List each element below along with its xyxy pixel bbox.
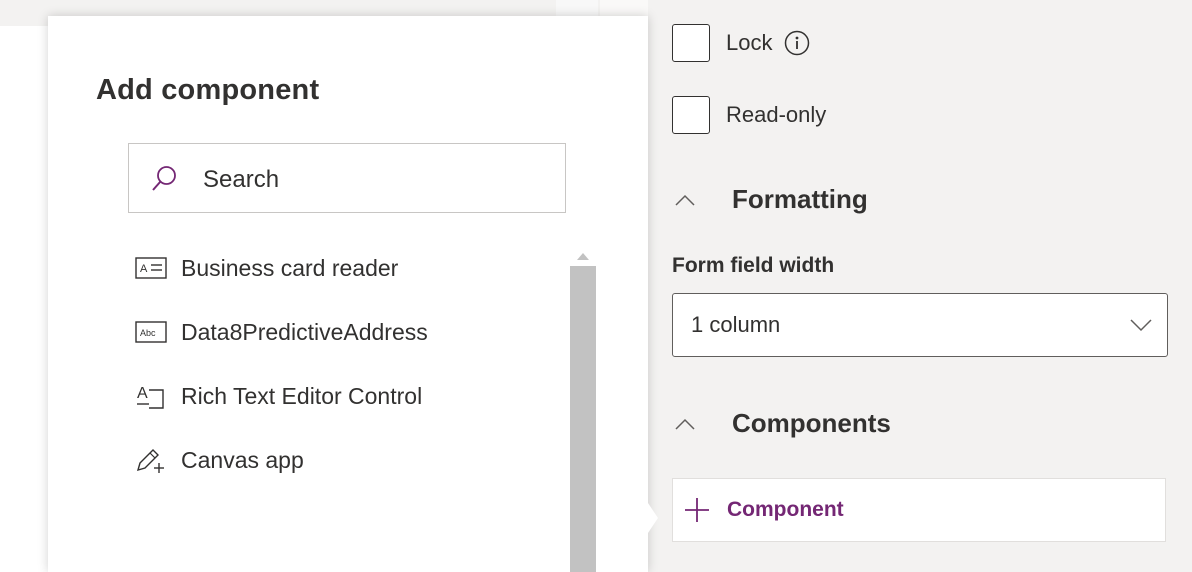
list-item-canvas-app[interactable]: Canvas app — [135, 442, 304, 478]
dropdown-value: 1 column — [691, 312, 781, 337]
search-input[interactable]: Search — [128, 143, 566, 213]
components-title: Components — [732, 408, 891, 438]
chevron-down-icon — [1130, 319, 1152, 332]
text-field-icon: Abc — [135, 317, 169, 347]
lock-checkbox[interactable] — [672, 24, 710, 62]
list-item-label: Canvas app — [181, 446, 304, 473]
chevron-up-icon — [675, 194, 695, 206]
plus-icon — [685, 498, 709, 522]
contact-card-icon: A — [135, 253, 169, 283]
search-icon — [152, 166, 176, 191]
list-scrollbar[interactable] — [570, 232, 596, 572]
scrollbar-thumb[interactable] — [570, 266, 596, 572]
read-only-row: Read-only — [672, 96, 826, 134]
info-icon[interactable] — [784, 30, 810, 56]
chevron-up-icon — [675, 418, 695, 430]
read-only-label: Read-only — [726, 102, 827, 127]
formatting-section-header[interactable]: Formatting — [672, 184, 868, 215]
flyout-beak — [646, 500, 658, 536]
add-component-label: Component — [727, 498, 844, 521]
read-only-checkbox[interactable] — [672, 96, 710, 134]
add-component-button[interactable]: Component — [672, 478, 1166, 542]
formatting-title: Formatting — [732, 184, 868, 214]
svg-text:A: A — [137, 385, 148, 402]
scroll-up-arrow-icon[interactable] — [570, 246, 596, 266]
rich-text-icon: A — [135, 381, 169, 411]
list-item-label: Data8PredictiveAddress — [181, 318, 428, 345]
list-item-data8predictiveaddress[interactable]: Abc Data8PredictiveAddress — [135, 314, 428, 350]
form-field-width-label: Form field width — [672, 254, 835, 277]
svg-text:A: A — [140, 263, 148, 275]
form-field-width-dropdown[interactable]: 1 column — [672, 293, 1168, 357]
components-section-header[interactable]: Components — [672, 408, 891, 439]
flyout-title: Add component — [96, 74, 320, 106]
list-item-business-card-reader[interactable]: A Business card reader — [135, 250, 398, 286]
lock-row: Lock — [672, 24, 810, 62]
list-item-label: Business card reader — [181, 254, 399, 281]
list-item-rich-text-editor[interactable]: A Rich Text Editor Control — [135, 378, 422, 414]
list-item-label: Rich Text Editor Control — [181, 382, 423, 409]
search-placeholder: Search — [203, 166, 280, 193]
lock-label: Lock — [726, 30, 773, 55]
canvas-pen-icon — [135, 445, 169, 475]
add-component-flyout: Add component Search A Business card rea… — [48, 16, 648, 572]
svg-text:Abc: Abc — [140, 328, 156, 338]
